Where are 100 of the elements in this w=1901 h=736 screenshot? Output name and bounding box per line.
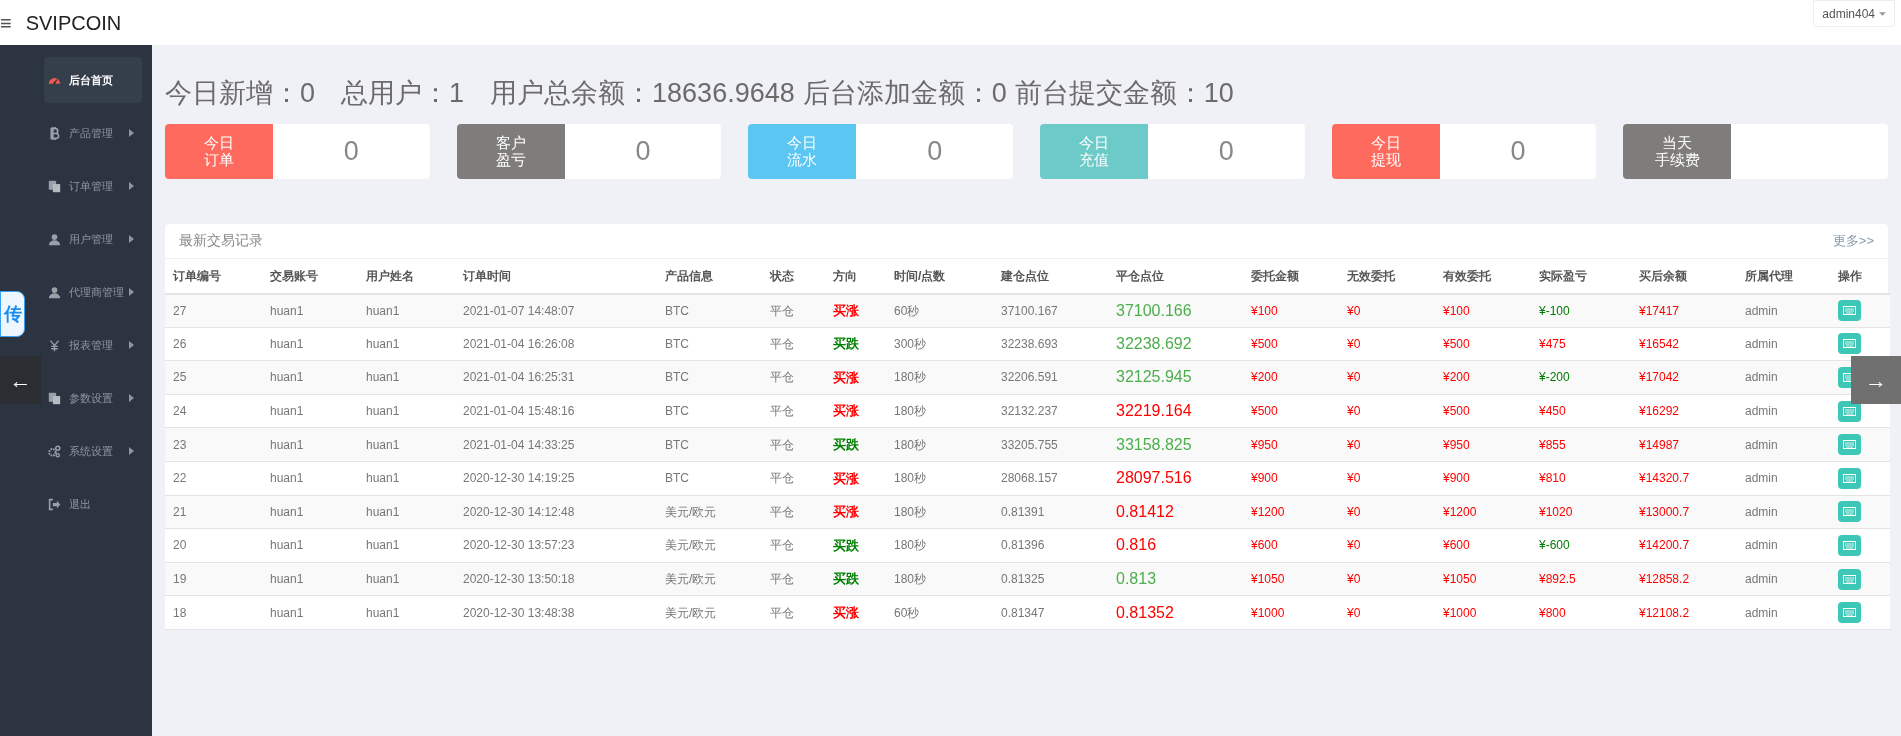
- sidebar-item[interactable]: 代理商管理: [44, 269, 142, 315]
- direction-label: 买涨: [833, 470, 859, 486]
- table-cell: admin: [1737, 360, 1830, 395]
- table-cell: 300秒: [886, 327, 993, 361]
- details-button[interactable]: [1838, 300, 1861, 322]
- table-cell: ¥16542: [1631, 327, 1737, 361]
- table-cell: ¥0: [1339, 427, 1435, 462]
- table-cell: ¥500: [1435, 394, 1531, 428]
- table-cell: ¥600: [1243, 528, 1339, 563]
- user-icon: [48, 232, 61, 246]
- column-header: 状态: [762, 258, 825, 294]
- table-cell: ¥200: [1435, 360, 1531, 395]
- table-cell: 美元/欧元: [657, 528, 762, 563]
- keyboard-icon: [1843, 406, 1856, 416]
- table-cell: 32125.945: [1108, 360, 1243, 395]
- user-dropdown[interactable]: admin404: [1813, 0, 1895, 27]
- direction-label: 买涨: [833, 604, 859, 620]
- table-cell: 2021-01-04 15:48:16: [455, 394, 657, 428]
- previous-button[interactable]: ←: [0, 356, 41, 404]
- direction-label: 买跌: [833, 571, 859, 587]
- sidebar-item[interactable]: 退出: [44, 481, 142, 527]
- table-cell: 32238.692: [1108, 327, 1243, 361]
- table-cell: huan1: [358, 360, 455, 395]
- table-cell: 28068.157: [993, 461, 1108, 496]
- details-button[interactable]: [1838, 434, 1861, 456]
- table-cell: huan1: [358, 327, 455, 361]
- column-header: 交易账号: [262, 258, 358, 294]
- table-cell: 平仓: [762, 293, 825, 328]
- table-cell: ¥810: [1531, 461, 1631, 496]
- stat-card-label-line: 今日: [787, 134, 818, 151]
- table-cell: admin: [1737, 495, 1830, 529]
- keyboard-icon: [1843, 306, 1856, 316]
- table-cell: 32206.591: [993, 360, 1108, 395]
- table-cell: 60秒: [886, 595, 993, 630]
- details-button[interactable]: [1838, 602, 1861, 624]
- table-cell: 平仓: [762, 595, 825, 630]
- stat-value: 0: [1510, 134, 1526, 168]
- table-cell: 美元/欧元: [657, 562, 762, 596]
- table-cell: huan1: [358, 595, 455, 630]
- table-cell: 平仓: [762, 327, 825, 361]
- direction-label: 买跌: [833, 436, 859, 452]
- table-cell: huan1: [358, 461, 455, 496]
- sidebar-item[interactable]: 订单管理: [44, 163, 142, 209]
- caret-icon: [1879, 11, 1886, 16]
- sidebar-item[interactable]: 后台首页: [44, 57, 142, 103]
- details-button[interactable]: [1838, 333, 1861, 355]
- details-button[interactable]: [1838, 501, 1861, 523]
- column-header: 委托金额: [1243, 258, 1339, 294]
- details-button[interactable]: [1838, 568, 1861, 590]
- summary-stat: 今日新增：0: [165, 77, 316, 110]
- column-header: 订单编号: [165, 258, 262, 294]
- sidebar-item[interactable]: 产品管理: [44, 110, 142, 156]
- details-button[interactable]: [1838, 467, 1861, 489]
- table-cell: huan1: [358, 562, 455, 596]
- table-cell: ¥0: [1339, 562, 1435, 596]
- column-header: 平仓点位: [1108, 258, 1243, 294]
- table-cell: ¥800: [1531, 595, 1631, 630]
- chevron-right-icon: [129, 341, 134, 349]
- column-header: 订单时间: [455, 258, 657, 294]
- chevron-right-icon: [129, 394, 134, 402]
- table-cell: ¥100: [1435, 293, 1531, 328]
- chevron-right-icon: [129, 182, 134, 190]
- direction-label: 买涨: [833, 403, 859, 419]
- table-cell: 0.81396: [993, 528, 1108, 563]
- table-cell: 平仓: [762, 360, 825, 395]
- stat-card-label-line: 流水: [787, 151, 818, 168]
- table-cell: 25: [165, 360, 262, 395]
- table-cell: ¥1200: [1243, 495, 1339, 529]
- menu-icon[interactable]: ≡: [0, 12, 12, 33]
- table-cell: 2021-01-04 16:25:31: [455, 360, 657, 395]
- details-button[interactable]: [1838, 534, 1861, 556]
- sidebar-item[interactable]: 参数设置: [44, 375, 142, 421]
- table-cell: 0.813: [1108, 562, 1243, 596]
- floating-badge[interactable]: 传: [0, 291, 25, 337]
- table-cell: BTC: [657, 427, 762, 462]
- table-cell: ¥1000: [1243, 595, 1339, 630]
- stat-card-label-line: 手续费: [1654, 151, 1700, 168]
- table-cell: BTC: [657, 293, 762, 328]
- details-button[interactable]: [1838, 400, 1861, 422]
- stat-card-label-line: 今日: [204, 134, 234, 151]
- bitcoin-icon: [48, 126, 61, 140]
- chevron-right-icon: [129, 235, 134, 243]
- table-cell: ¥200: [1243, 360, 1339, 395]
- column-header: 建仓点位: [993, 258, 1108, 294]
- table-cell: ¥1020: [1531, 495, 1631, 529]
- sidebar-item[interactable]: 系统设置: [44, 428, 142, 474]
- sidebar-item[interactable]: 报表管理: [44, 322, 142, 368]
- more-link[interactable]: 更多>>: [1832, 230, 1874, 251]
- column-header: 操作: [1830, 258, 1890, 294]
- keyboard-icon: [1843, 574, 1856, 584]
- table-cell: 32132.237: [993, 394, 1108, 428]
- table-cell: 18: [165, 595, 262, 630]
- column-header: 无效委托: [1339, 258, 1435, 294]
- table-cell: 美元/欧元: [657, 495, 762, 529]
- sidebar-item[interactable]: 用户管理: [44, 216, 142, 262]
- table-cell: ¥892.5: [1531, 562, 1631, 596]
- chevron-right-icon: [129, 129, 134, 137]
- yen-icon: [48, 338, 61, 352]
- next-button[interactable]: →: [1851, 356, 1901, 404]
- table-cell: 平仓: [762, 394, 825, 428]
